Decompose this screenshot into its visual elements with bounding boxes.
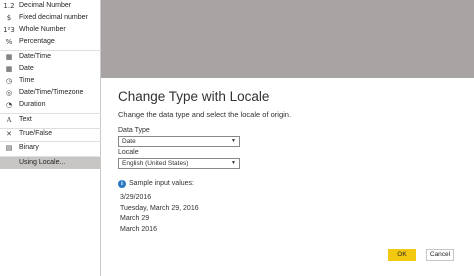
menu-item-label: Text xyxy=(19,116,32,123)
menu-item-label: Decimal Number xyxy=(19,2,72,9)
clock-icon: ◷ xyxy=(5,77,13,85)
menu-item-label: Date/Time xyxy=(19,53,52,60)
stopwatch-icon: ◔ xyxy=(5,101,13,109)
menu-item-using-locale[interactable]: Using Locale... xyxy=(0,157,101,169)
menu-item-label: Date/Time/Timezone xyxy=(19,89,84,96)
ok-button[interactable]: OK xyxy=(388,249,416,261)
calendar-icon: ▦ xyxy=(5,65,13,73)
chevron-down-icon: ▼ xyxy=(231,138,236,144)
change-type-menu: 1.2 Decimal Number $ Fixed decimal numbe… xyxy=(0,0,101,276)
locale-label: Locale xyxy=(118,149,139,156)
menu-item-true-false[interactable]: ✕ True/False xyxy=(0,128,101,140)
sample-input-title: Sample input values: xyxy=(129,180,194,187)
chevron-down-icon: ▼ xyxy=(231,160,236,166)
data-type-value: Date xyxy=(122,138,136,145)
menu-item-time[interactable]: ◷ Time xyxy=(0,75,101,87)
binary-icon: ▤ xyxy=(5,144,13,152)
sample-value: Tuesday, March 29, 2016 xyxy=(120,205,199,212)
sample-value: March 29 xyxy=(120,215,150,222)
text-icon: A xyxy=(6,116,12,124)
locale-select[interactable]: English (United States) ▼ xyxy=(118,158,240,169)
cancel-button[interactable]: Cancel xyxy=(426,249,454,261)
menu-item-label: Duration xyxy=(19,101,46,108)
decimal-icon: 1.2 xyxy=(3,2,15,10)
sample-value: 3/29/2016 xyxy=(120,194,152,201)
data-type-label: Data Type xyxy=(118,127,150,134)
menu-item-fixed-decimal[interactable]: $ Fixed decimal number xyxy=(0,12,101,24)
menu-item-date-time-timezone[interactable]: ◎ Date/Time/Timezone xyxy=(0,87,101,99)
dollar-icon: $ xyxy=(6,14,12,22)
menu-item-duration[interactable]: ◔ Duration xyxy=(0,99,101,111)
change-type-with-locale-dialog: Change Type with Locale Change the data … xyxy=(101,78,474,276)
sample-value: March 2016 xyxy=(120,226,157,233)
menu-item-label: Percentage xyxy=(19,38,55,45)
menu-item-label: Fixed decimal number xyxy=(19,14,88,21)
menu-item-label: Binary xyxy=(19,144,39,151)
menu-item-label: True/False xyxy=(19,130,53,137)
menu-item-percentage[interactable]: % Percentage xyxy=(0,36,101,48)
globe-icon: ◎ xyxy=(5,89,13,97)
true-false-icon: ✕ xyxy=(6,130,12,138)
menu-item-label: Time xyxy=(19,77,35,84)
dialog-subtitle: Change the data type and select the loca… xyxy=(118,110,292,119)
percent-icon: % xyxy=(5,38,13,46)
dialog-title: Change Type with Locale xyxy=(118,89,270,104)
menu-item-text[interactable]: A Text xyxy=(0,114,101,126)
info-icon: i xyxy=(118,180,126,188)
menu-item-binary[interactable]: ▤ Binary xyxy=(0,142,101,154)
menu-item-label: Using Locale... xyxy=(19,159,66,166)
menu-item-whole-number[interactable]: 1²3 Whole Number xyxy=(0,24,101,36)
menu-item-label: Whole Number xyxy=(19,26,66,33)
whole-number-icon: 1²3 xyxy=(3,26,15,34)
data-type-select[interactable]: Date ▼ xyxy=(118,136,240,147)
menu-item-date-time[interactable]: ▦ Date/Time xyxy=(0,51,101,63)
menu-item-date[interactable]: ▦ Date xyxy=(0,63,101,75)
menu-item-label: Date xyxy=(19,65,34,72)
locale-value: English (United States) xyxy=(122,160,189,167)
datetime-icon: ▦ xyxy=(5,53,13,61)
menu-item-decimal-number[interactable]: 1.2 Decimal Number xyxy=(0,0,101,12)
